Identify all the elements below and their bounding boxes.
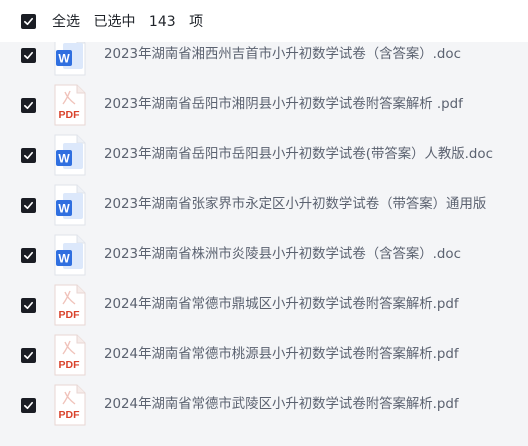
file-name[interactable]: 2024年湖南省常德市武陵区小升初数学试卷附答案解析.pdf <box>104 380 459 430</box>
file-type-label: W <box>58 202 70 216</box>
word-file-icon: W <box>54 134 86 176</box>
file-checkbox[interactable] <box>21 398 36 413</box>
checkmark-icon <box>24 201 33 210</box>
file-checkbox[interactable] <box>21 48 36 63</box>
file-row[interactable]: PDF 2023年湖南省岳阳市湘阴县小升初数学试卷附答案解析 .pdf <box>0 80 528 130</box>
file-checkbox[interactable] <box>21 348 36 363</box>
file-type-label: PDF <box>59 109 81 121</box>
selection-summary: 全选 已选中 143 项 <box>52 11 203 31</box>
pdf-file-icon: PDF <box>54 84 86 126</box>
word-file-icon: W <box>54 184 86 226</box>
selection-toolbar: 全选 已选中 143 项 <box>0 0 528 42</box>
file-name[interactable]: 2023年湖南省岳阳市湘阴县小升初数学试卷附答案解析 .pdf <box>104 80 463 130</box>
file-row[interactable]: W 2023年湖南省岳阳市岳阳县小升初数学试卷(带答案）人教版.doc <box>0 130 528 180</box>
file-type-label: PDF <box>59 409 81 421</box>
file-checkbox[interactable] <box>21 248 36 263</box>
select-all-label[interactable]: 全选 <box>52 14 80 30</box>
word-file-icon: W <box>54 234 86 276</box>
selected-count: 143 <box>148 14 176 30</box>
selected-prefix: 已选中 <box>93 14 136 30</box>
file-row[interactable]: W 2023年湖南省株洲市炎陵县小升初数学试卷（含答案）.doc <box>0 230 528 280</box>
checkmark-icon <box>24 301 33 310</box>
file-checkbox[interactable] <box>21 298 36 313</box>
file-type-label: PDF <box>59 309 81 321</box>
file-name[interactable]: 2023年湖南省张家界市永定区小升初数学试卷（带答案）通用版 <box>104 180 486 230</box>
file-row[interactable]: PDF 2024年湖南省常德市鼎城区小升初数学试卷附答案解析.pdf <box>0 280 528 330</box>
file-type-label: W <box>58 152 70 166</box>
checkmark-icon <box>24 51 33 60</box>
file-name[interactable]: 2023年湖南省株洲市炎陵县小升初数学试卷（含答案）.doc <box>104 230 461 280</box>
file-name[interactable]: 2023年湖南省岳阳市岳阳县小升初数学试卷(带答案）人教版.doc <box>104 130 493 180</box>
file-name[interactable]: 2024年湖南省常德市鼎城区小升初数学试卷附答案解析.pdf <box>104 280 459 330</box>
pdf-file-icon: PDF <box>54 384 86 426</box>
pdf-file-icon: PDF <box>54 334 86 376</box>
file-row[interactable]: PDF 2024年湖南省常德市武陵区小升初数学试卷附答案解析.pdf <box>0 380 528 430</box>
pdf-file-icon: PDF <box>54 284 86 326</box>
checkmark-icon <box>24 251 33 260</box>
checkmark-icon <box>24 151 33 160</box>
file-row[interactable]: PDF 2024年湖南省常德市桃源县小升初数学试卷附答案解析.pdf <box>0 330 528 380</box>
checkmark-icon <box>24 401 33 410</box>
file-checkbox[interactable] <box>21 148 36 163</box>
checkmark-icon <box>24 351 33 360</box>
file-name[interactable]: 2024年湖南省常德市桃源县小升初数学试卷附答案解析.pdf <box>104 330 459 380</box>
file-checkbox[interactable] <box>21 98 36 113</box>
file-row[interactable]: W 2023年湖南省张家界市永定区小升初数学试卷（带答案）通用版 <box>0 180 528 230</box>
file-type-label: W <box>58 52 70 66</box>
checkmark-icon <box>24 17 33 25</box>
select-all-checkbox[interactable] <box>21 13 36 29</box>
file-type-label: W <box>58 252 70 266</box>
selected-suffix: 项 <box>189 14 204 30</box>
file-type-label: PDF <box>59 359 81 371</box>
file-checkbox[interactable] <box>21 198 36 213</box>
checkmark-icon <box>24 101 33 110</box>
